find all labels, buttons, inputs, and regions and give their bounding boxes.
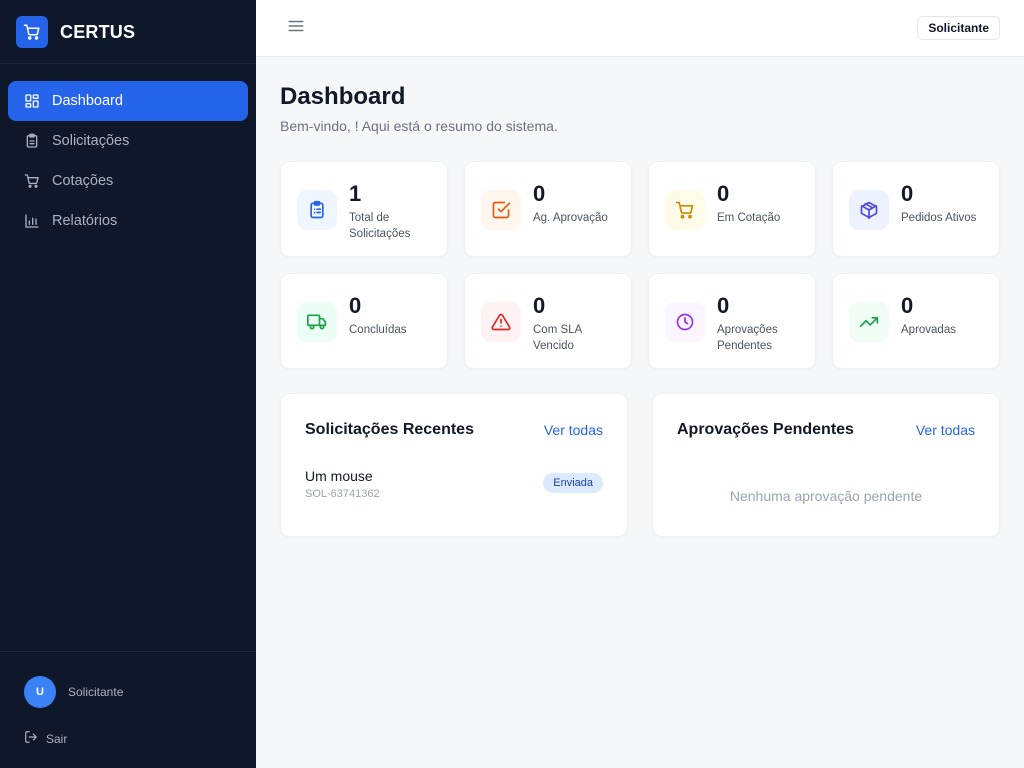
- menu-toggle-button[interactable]: [286, 18, 306, 38]
- sidebar-item-label: Relatórios: [52, 213, 118, 229]
- user-info: U Solicitante: [24, 676, 123, 708]
- stat-value: 0: [901, 293, 914, 318]
- topbar: Solicitante: [256, 0, 1024, 57]
- user-name: Solicitante: [68, 685, 124, 699]
- cart-icon: [24, 173, 40, 189]
- stat-card-aprovacoes-pendentes[interactable]: 0 Aprovações Pendentes: [648, 273, 816, 369]
- pending-approvals-panel: Aprovações Pendentes Ver todas Nenhuma a…: [652, 393, 1000, 537]
- hamburger-menu-icon: [287, 17, 305, 40]
- brand[interactable]: CERTUS: [16, 16, 135, 48]
- stat-label: Aprovações Pendentes: [717, 324, 778, 352]
- view-all-requests-link[interactable]: Ver todas: [544, 422, 603, 438]
- logout-label: Sair: [46, 731, 68, 746]
- stat-card-em-cotacao[interactable]: 0 Em Cotação: [648, 161, 816, 257]
- sidebar-nav: Dashboard Solicitações Cotações Relatóri…: [8, 81, 248, 241]
- logout-button[interactable]: Sair: [24, 730, 67, 747]
- cart-logo-icon: [16, 16, 48, 48]
- sidebar-item-relatorios[interactable]: Relatórios: [8, 201, 248, 241]
- sidebar-item-label: Solicitações: [52, 133, 130, 149]
- divider: [0, 63, 256, 64]
- alert-triangle-icon: [481, 302, 521, 342]
- package-icon: [849, 190, 889, 230]
- clipboard-icon: [24, 133, 40, 149]
- stat-value: 1: [349, 181, 362, 206]
- stat-label: Aprovadas: [901, 324, 956, 336]
- app-name: CERTUS: [60, 21, 136, 42]
- bar-chart-icon: [24, 213, 40, 229]
- stat-value: 0: [717, 181, 730, 206]
- stat-card-aprovadas[interactable]: 0 Aprovadas: [832, 273, 1000, 369]
- page-subtitle: Bem-vindo, ! Aqui está o resumo do siste…: [280, 118, 558, 134]
- trending-up-icon: [849, 302, 889, 342]
- request-code: SOL-63741362: [305, 488, 380, 500]
- divider: [0, 651, 256, 652]
- stat-value: 0: [901, 181, 914, 206]
- stat-card-total-solicitacoes[interactable]: 1 Total de Solicitações: [280, 161, 448, 257]
- clock-icon: [665, 302, 705, 342]
- stat-card-ag-aprovacao[interactable]: 0 Ag. Aprovação: [464, 161, 632, 257]
- empty-state-message: Nenhuma aprovação pendente: [729, 488, 923, 504]
- sidebar-item-label: Cotações: [52, 173, 114, 189]
- recent-requests-panel: Solicitações Recentes Ver todas Um mouse…: [280, 393, 628, 537]
- avatar: U: [24, 676, 56, 708]
- logout-icon: [24, 730, 38, 747]
- panel-title: Aprovações Pendentes: [677, 421, 854, 438]
- stat-label: Com SLA Vencido: [533, 324, 582, 352]
- status-badge: Enviada: [543, 473, 603, 493]
- stat-label: Ag. Aprovação: [533, 212, 608, 224]
- truck-icon: [297, 302, 337, 342]
- stat-label: Total de Solicitações: [349, 212, 411, 240]
- stat-card-pedidos-ativos[interactable]: 0 Pedidos Ativos: [832, 161, 1000, 257]
- stat-card-concluidas[interactable]: 0 Concluídas: [280, 273, 448, 369]
- stat-label: Concluídas: [349, 324, 407, 336]
- stat-label: Em Cotação: [717, 212, 781, 224]
- check-square-icon: [481, 190, 521, 230]
- dashboard-icon: [24, 93, 40, 109]
- stat-label: Pedidos Ativos: [901, 212, 977, 224]
- sidebar-item-label: Dashboard: [52, 93, 123, 109]
- sidebar-item-cotacoes[interactable]: Cotações: [8, 161, 248, 201]
- sidebar-item-solicitacoes[interactable]: Solicitações: [8, 121, 248, 161]
- stat-value: 0: [533, 181, 546, 206]
- role-badge: Solicitante: [917, 16, 1000, 40]
- stat-value: 0: [533, 293, 546, 318]
- stat-card-sla-vencido[interactable]: 0 Com SLA Vencido: [464, 273, 632, 369]
- stat-value: 0: [349, 293, 362, 318]
- panel-title: Solicitações Recentes: [305, 421, 474, 438]
- request-title: Um mouse: [305, 468, 373, 484]
- cart-icon: [665, 190, 705, 230]
- page-title: Dashboard: [280, 83, 406, 110]
- sidebar-item-dashboard[interactable]: Dashboard: [8, 81, 248, 121]
- sidebar: CERTUS Dashboard Solicitações Cotações R…: [0, 0, 256, 768]
- stat-value: 0: [717, 293, 730, 318]
- view-all-approvals-link[interactable]: Ver todas: [916, 422, 975, 438]
- clipboard-list-icon: [297, 190, 337, 230]
